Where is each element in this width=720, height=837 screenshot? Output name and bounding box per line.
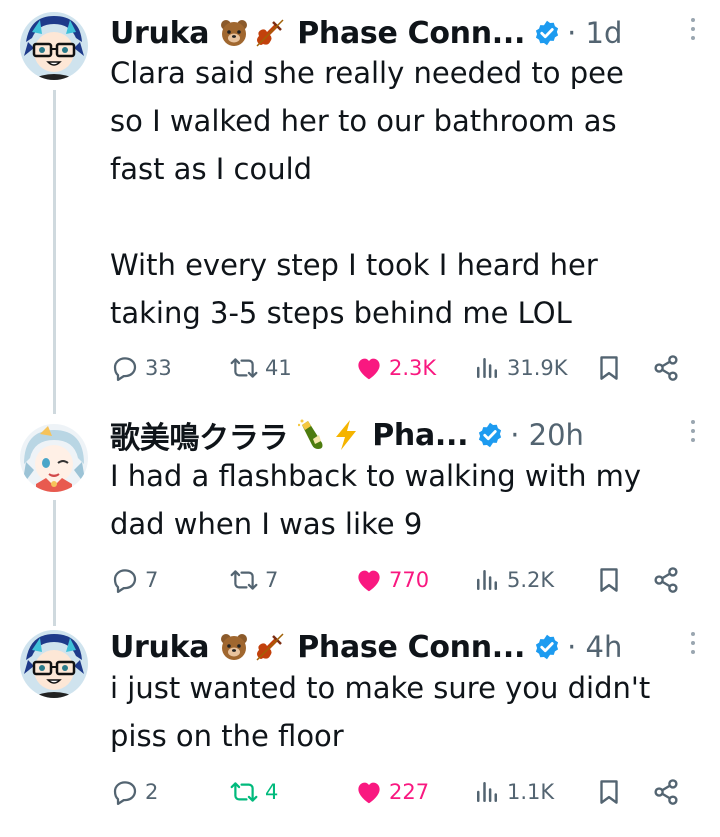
tweet-time[interactable]: · 1d <box>567 16 622 50</box>
more-icon[interactable] <box>688 18 698 48</box>
tweet-text: i just wanted to make sure you didn't pi… <box>110 671 651 753</box>
like-icon <box>358 570 380 592</box>
views-button[interactable]: 1.1K <box>472 772 554 812</box>
author-name[interactable]: Uruka <box>110 630 210 665</box>
bookmark-button[interactable] <box>594 560 624 600</box>
repost-icon <box>230 782 258 802</box>
reply-count: 33 <box>145 356 172 380</box>
avatar-clara[interactable] <box>20 424 88 492</box>
tweet-2[interactable]: 歌美鳴クララ Pha... · 20h I had a flashback to… <box>0 400 720 626</box>
bear-icon <box>221 20 248 46</box>
views-count: 1.1K <box>507 780 555 804</box>
champagne-icon <box>298 419 323 449</box>
bookmark-icon <box>600 356 618 380</box>
reply-count: 2 <box>145 780 159 804</box>
like-count: 770 <box>389 568 430 592</box>
lightning-icon <box>336 420 357 450</box>
like-icon <box>358 358 380 380</box>
bookmark-icon <box>600 568 618 592</box>
share-icon <box>654 779 678 805</box>
verified-badge-icon <box>536 634 559 660</box>
thread-line <box>53 90 56 414</box>
repost-icon <box>230 358 258 378</box>
like-icon <box>358 782 380 804</box>
author-suffix[interactable]: Phase Conn... <box>297 16 525 51</box>
like-button[interactable]: 770 <box>354 560 429 600</box>
reply-icon <box>113 357 137 381</box>
repost-count: 41 <box>265 356 292 380</box>
author-suffix[interactable]: Phase Conn... <box>297 630 525 665</box>
repost-button[interactable]: 41 <box>228 348 292 388</box>
violin-icon <box>256 19 284 47</box>
reply-button[interactable]: 2 <box>110 772 158 812</box>
tweet-text: Clara said she really needed to pee so I… <box>110 56 624 330</box>
violin-icon <box>256 633 284 661</box>
views-icon <box>477 782 497 802</box>
avatar-uruka[interactable] <box>20 630 88 698</box>
like-count: 227 <box>389 780 430 804</box>
share-button[interactable] <box>651 348 681 388</box>
tweet-actions: 7 7 770 5.2K <box>110 560 690 600</box>
tweet-time[interactable]: · 20h <box>510 418 584 452</box>
share-button[interactable] <box>651 772 681 812</box>
views-button[interactable]: 31.9K <box>472 348 568 388</box>
reply-count: 7 <box>145 568 159 592</box>
verified-badge-icon <box>479 422 502 448</box>
tweet-1[interactable]: Uruka Phase Conn... · 1d Clara said she … <box>0 0 720 414</box>
tweet-time[interactable]: · 4h <box>567 630 622 664</box>
tweet-text: I had a flashback to walking with my dad… <box>110 459 642 541</box>
like-count: 2.3K <box>389 356 437 380</box>
name-emojis <box>298 419 360 451</box>
repost-button[interactable]: 4 <box>228 772 278 812</box>
share-icon <box>654 567 678 593</box>
bear-icon <box>221 634 248 660</box>
repost-icon <box>230 570 258 590</box>
bookmark-button[interactable] <box>594 348 624 388</box>
name-emojis <box>219 632 285 662</box>
reply-icon <box>113 569 137 593</box>
like-button[interactable]: 227 <box>354 772 429 812</box>
views-icon <box>477 358 497 378</box>
author-suffix[interactable]: Pha... <box>372 418 468 453</box>
more-icon[interactable] <box>688 420 698 450</box>
avatar-uruka[interactable] <box>20 12 88 80</box>
views-count: 31.9K <box>507 356 568 380</box>
tweet-actions: 2 4 227 1.1K <box>110 772 690 812</box>
repost-count: 7 <box>265 568 279 592</box>
tweet-3[interactable]: Uruka Phase Conn... · 4h i just wanted t… <box>0 612 720 837</box>
repost-button[interactable]: 7 <box>228 560 278 600</box>
more-icon[interactable] <box>688 632 698 662</box>
reply-button[interactable]: 7 <box>110 560 158 600</box>
reply-button[interactable]: 33 <box>110 348 172 388</box>
bookmark-button[interactable] <box>594 772 624 812</box>
verified-badge-icon <box>536 20 559 46</box>
reply-icon <box>113 781 137 805</box>
author-name[interactable]: Uruka <box>110 16 210 51</box>
author-name[interactable]: 歌美鳴クララ <box>110 413 289 457</box>
tweet-actions: 33 41 2.3K 31.9K <box>110 348 690 388</box>
share-icon <box>654 355 678 381</box>
repost-count: 4 <box>265 780 279 804</box>
bookmark-icon <box>600 780 618 804</box>
views-button[interactable]: 5.2K <box>472 560 554 600</box>
like-button[interactable]: 2.3K <box>354 348 436 388</box>
share-button[interactable] <box>651 560 681 600</box>
views-count: 5.2K <box>507 568 555 592</box>
name-emojis <box>219 18 285 48</box>
views-icon <box>477 570 497 590</box>
thread-line <box>53 500 56 626</box>
